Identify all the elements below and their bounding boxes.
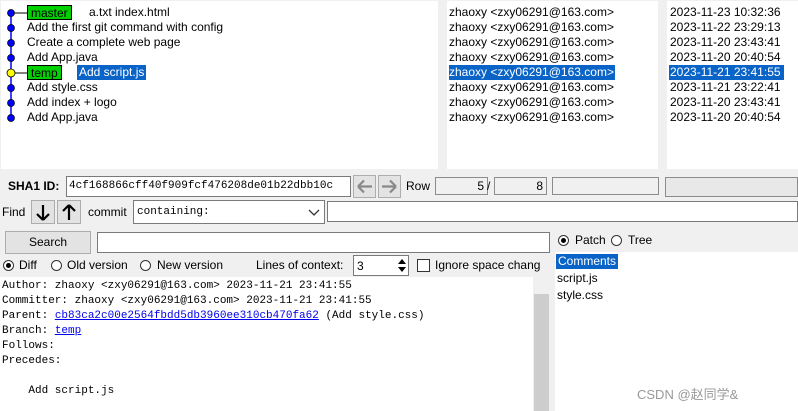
author-cell[interactable]: zhaoxy <zxy06291@163.com> [449, 110, 614, 125]
author-cell[interactable]: zhaoxy <zxy06291@163.com> [449, 5, 614, 20]
details-scrollbar[interactable] [533, 277, 550, 411]
date-cell[interactable]: 2023-11-20 20:40:54 [670, 110, 781, 125]
spinner-arrows-icon[interactable] [397, 257, 407, 274]
branch-link[interactable]: temp [55, 325, 81, 337]
diff-radio[interactable] [3, 260, 14, 271]
status-field [665, 177, 798, 197]
commit-row-selected[interactable]: Add script.js [77, 65, 147, 80]
author-cell[interactable]: zhaoxy <zxy06291@163.com> [449, 95, 614, 110]
find-mode-select[interactable]: containing: [133, 200, 325, 224]
author-cell-selected[interactable]: zhaoxy <zxy06291@163.com> [449, 65, 615, 80]
arrow-left-icon [357, 179, 372, 194]
file-list-item[interactable]: style.css [557, 288, 603, 303]
forward-button[interactable] [378, 175, 401, 198]
find-mode-value: containing: [137, 206, 210, 218]
commit-message: Add script.js [2, 385, 115, 397]
commit-row[interactable]: Add index + logo [27, 95, 117, 110]
history-date-pane[interactable]: 2023-11-23 10:32:36 2023-11-22 23:29:13 … [667, 1, 798, 169]
file-list-pane[interactable]: Comments script.js style.css CSDN @赵同学& [555, 252, 798, 411]
find-label: Find [2, 205, 26, 219]
diff-label[interactable]: Diff [19, 258, 37, 272]
patch-label[interactable]: Patch [575, 233, 606, 247]
row-total: 8 [494, 177, 547, 195]
date-cell[interactable]: 2023-11-21 23:22:41 [670, 80, 781, 95]
search-input[interactable] [97, 232, 550, 253]
tree-label[interactable]: Tree [628, 233, 652, 247]
author-line: Author: zhaoxy <zxy06291@163.com> 2023-1… [2, 280, 352, 292]
author-cell[interactable]: zhaoxy <zxy06291@163.com> [449, 35, 614, 50]
find-up-button[interactable] [57, 200, 81, 224]
arrow-down-icon [36, 205, 50, 221]
arrow-right-icon [382, 179, 397, 194]
file-list-item[interactable]: script.js [557, 271, 598, 286]
sha-value: 4cf168866cff40f909fcf476208de01b22dbb10c [69, 180, 334, 192]
context-spinbox[interactable]: 3 [353, 255, 409, 276]
commit-row[interactable]: a.txt index.html [89, 5, 170, 20]
old-version-label[interactable]: Old version [67, 258, 128, 272]
commit-row[interactable]: Create a complete web page [27, 35, 180, 50]
search-button[interactable]: Search [5, 231, 91, 254]
new-version-radio[interactable] [140, 260, 151, 271]
history-author-pane[interactable]: zhaoxy <zxy06291@163.com> zhaoxy <zxy062… [447, 1, 658, 169]
commit-row[interactable]: Add the first git command with config [27, 20, 223, 35]
find-text-input[interactable] [327, 201, 798, 222]
commit-dot [7, 24, 15, 32]
new-version-label[interactable]: New version [157, 258, 223, 272]
old-version-radio[interactable] [51, 260, 62, 271]
author-cell[interactable]: zhaoxy <zxy06291@163.com> [449, 50, 614, 65]
commit-row[interactable]: Add style.css [27, 80, 98, 95]
row-label: Row [406, 179, 431, 193]
find-type-label: commit [88, 205, 127, 219]
branch-line: Branch: temp [2, 325, 82, 337]
chevron-down-icon [308, 209, 320, 216]
commit-dot [7, 84, 15, 92]
tree-radio[interactable] [611, 235, 622, 246]
commit-dot [7, 9, 15, 17]
ignore-space-checkbox[interactable] [417, 259, 430, 272]
scrollbar-thumb[interactable] [534, 294, 549, 411]
follows-line: Follows: [2, 340, 55, 352]
date-cell[interactable]: 2023-11-20 23:43:41 [670, 95, 781, 110]
context-label: Lines of context: [256, 258, 344, 272]
date-cell[interactable]: 2023-11-20 20:40:54 [670, 50, 781, 65]
progress-bar [552, 177, 659, 195]
author-cell[interactable]: zhaoxy <zxy06291@163.com> [449, 80, 614, 95]
commit-details-pane[interactable]: Author: zhaoxy <zxy06291@163.com> 2023-1… [0, 277, 550, 411]
author-cell[interactable]: zhaoxy <zxy06291@163.com> [449, 20, 614, 35]
precedes-line: Precedes: [2, 355, 62, 367]
commit-dot [7, 54, 15, 62]
parent-sha-link[interactable]: cb83ca2c00e2564fbdd5db3960ee310cb470fa62 [55, 310, 319, 322]
row-current: 5 [435, 177, 488, 195]
ignore-space-label[interactable]: Ignore space chang [435, 258, 540, 272]
arrow-up-icon [62, 204, 76, 220]
commit-dot [7, 114, 15, 122]
row-separator: / [487, 179, 491, 193]
back-button[interactable] [353, 175, 376, 198]
history-graph-pane[interactable]: master a.txt index.html Add the first gi… [1, 1, 438, 169]
branch-tag-master[interactable]: master [27, 5, 72, 20]
context-value: 3 [357, 259, 364, 273]
branch-tag-temp[interactable]: temp [27, 65, 62, 80]
file-list-item-selected[interactable]: Comments [556, 254, 619, 269]
committer-line: Committer: zhaoxy <zxy06291@163.com> 202… [2, 295, 372, 307]
commit-dot [7, 39, 15, 47]
parent-line: Parent: cb83ca2c00e2564fbdd5db3960ee310c… [2, 310, 425, 322]
sha-label: SHA1 ID: [8, 179, 60, 193]
commit-row[interactable]: Add App.java [27, 50, 98, 65]
date-cell-selected[interactable]: 2023-11-21 23:41:55 [669, 65, 784, 80]
patch-radio[interactable] [558, 235, 569, 246]
commit-row[interactable]: Add App.java [27, 110, 98, 125]
date-cell[interactable]: 2023-11-23 10:32:36 [670, 5, 781, 20]
date-cell[interactable]: 2023-11-20 23:43:41 [670, 35, 781, 50]
watermark: CSDN @赵同学& [637, 387, 739, 402]
commit-dot [7, 99, 15, 107]
date-cell[interactable]: 2023-11-22 23:29:13 [670, 20, 781, 35]
commit-dot-current [6, 68, 16, 78]
find-down-button[interactable] [31, 200, 55, 224]
sha-field[interactable]: 4cf168866cff40f909fcf476208de01b22dbb10c [66, 176, 351, 197]
